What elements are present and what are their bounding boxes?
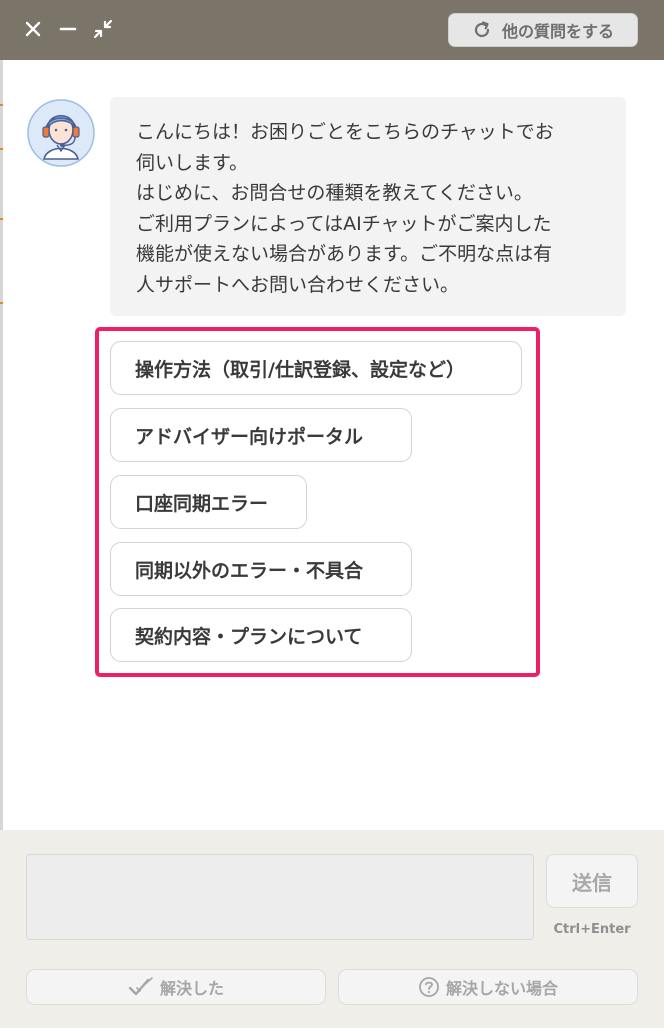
option-contract-plan-button[interactable]: 契約内容・プランについて bbox=[110, 608, 412, 662]
send-button[interactable]: 送信 bbox=[546, 854, 638, 908]
edge-mark bbox=[0, 104, 3, 106]
chat-header: 他の質問をする bbox=[0, 0, 664, 60]
edge-mark bbox=[0, 218, 3, 220]
edge-mark bbox=[0, 148, 3, 150]
message-input[interactable] bbox=[26, 854, 534, 940]
refresh-icon bbox=[472, 20, 492, 40]
unresolved-label: 解決しない場合 bbox=[445, 979, 558, 998]
window-left-edge bbox=[0, 60, 3, 830]
option-other-errors-button[interactable]: 同期以外のエラー・不具合 bbox=[110, 542, 412, 596]
ask-other-question-label: 他の質問をする bbox=[501, 22, 614, 41]
message-line: 人サポートへお問い合わせください。 bbox=[136, 273, 460, 296]
bot-message-bubble: こんにちは！お困りごとをこちらのチャットでお 伺いします。 はじめに、お問合せの… bbox=[110, 97, 626, 316]
message-line: はじめに、お問合せの種類を教えてください。 bbox=[136, 182, 533, 204]
question-circle-icon bbox=[418, 976, 440, 998]
minimize-icon[interactable] bbox=[53, 14, 83, 44]
shrink-icon[interactable] bbox=[88, 14, 118, 44]
unresolved-button[interactable]: 解決しない場合 bbox=[338, 969, 638, 1005]
message-line: 伺いします。 bbox=[136, 151, 249, 174]
option-operation-method-button[interactable]: 操作方法（取引/仕訳登録、設定など） bbox=[110, 341, 522, 395]
support-agent-avatar bbox=[27, 99, 95, 167]
close-icon[interactable] bbox=[18, 14, 48, 44]
check-icon bbox=[128, 977, 154, 997]
ask-other-question-button[interactable]: 他の質問をする bbox=[448, 13, 638, 47]
option-account-sync-error-button[interactable]: 口座同期エラー bbox=[110, 475, 307, 529]
option-advisor-portal-button[interactable]: アドバイザー向けポータル bbox=[110, 408, 412, 462]
message-line: こんにちは！お困りごとをこちらのチャットでお bbox=[136, 121, 554, 143]
message-line: ご利用プランによってはAIチャットがご案内した bbox=[136, 212, 552, 235]
resolved-label: 解決した bbox=[159, 979, 224, 998]
resolved-button[interactable]: 解決した bbox=[26, 969, 326, 1005]
send-shortcut-hint: Ctrl+Enter bbox=[553, 922, 631, 937]
message-line: 機能が使えない場合があります。ご不明な点は有 bbox=[136, 243, 553, 265]
edge-mark bbox=[0, 302, 3, 304]
